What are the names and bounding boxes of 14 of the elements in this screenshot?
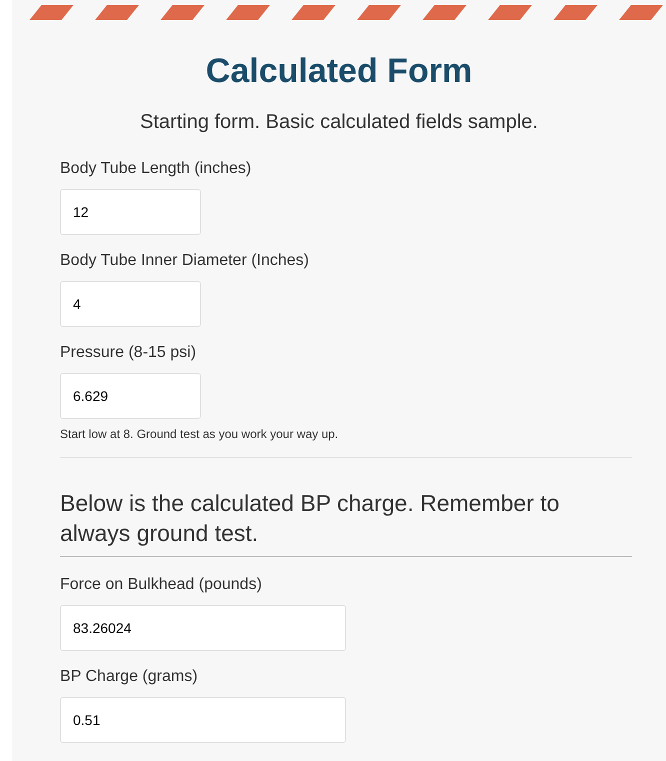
field-label: BP Charge (grams) [60,666,199,686]
input-field[interactable]: 83.26024 [60,604,346,650]
help-text: Start low at 8. Ground test as you work your way up. [60,426,340,442]
form-title: Calculated Form [204,51,474,92]
input-field[interactable]: 0.51 [60,696,346,742]
field-label: Body Tube Inner Diameter (Inches) [60,250,310,270]
input-field[interactable]: 12 [60,188,201,234]
field-label: Body Tube Length (inches) [60,158,252,178]
field-label: Force on Bulkhead (pounds) [60,574,263,594]
field-label: Pressure (8-15 psi) [60,342,198,362]
input-field[interactable]: 6.629 [60,372,201,418]
form-description: Starting form. Basic calculated fields sample. [139,110,539,134]
section-heading: Below is the calculated BP charge. Remember to always ground test. [60,488,632,556]
input-field[interactable]: 4 [60,280,201,326]
